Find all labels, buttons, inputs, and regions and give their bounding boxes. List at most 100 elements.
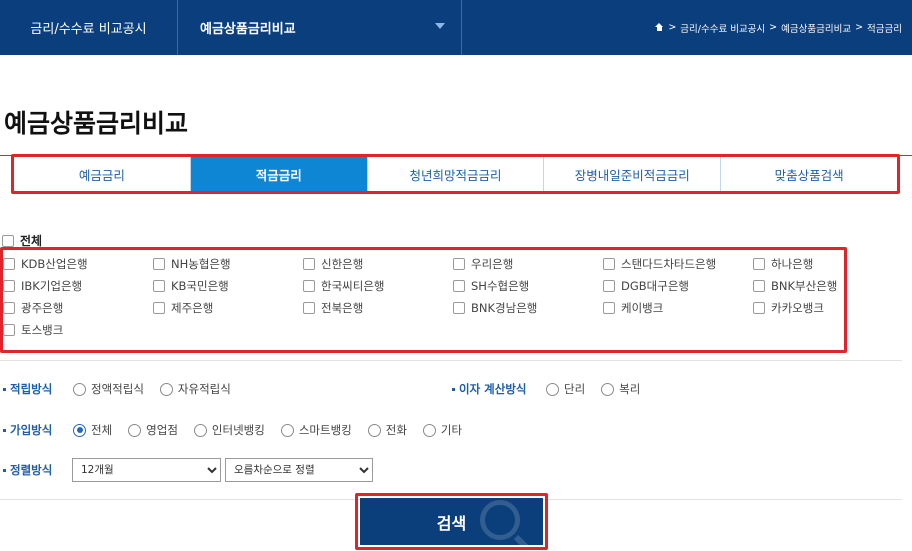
bank-label: 한국씨티은행 [321,279,385,293]
radio-button[interactable] [367,423,381,437]
bank-checkbox-item[interactable]: BNK부산은행 [753,278,837,294]
interest-method-label: 이자 계산방식 [452,381,526,397]
bank-checkbox[interactable] [753,280,765,292]
radio-compound-interest[interactable]: 복리 [601,381,640,397]
radio-button[interactable] [601,382,615,396]
bank-checkbox[interactable] [453,280,465,292]
bank-checkbox-item[interactable]: SH수협은행 [453,278,529,294]
bank-checkbox-item[interactable]: 전북은행 [303,300,363,316]
radio-label: 정액적립식 [91,382,144,396]
bank-checkbox[interactable] [453,258,465,270]
bank-label: SH수협은행 [471,279,530,293]
bank-checkbox[interactable] [603,258,615,270]
interest-method-label-text: 이자 계산방식 [459,382,527,396]
bank-checkbox-item[interactable]: 우리은행 [453,256,513,272]
bullet-icon [452,387,455,391]
tab-soldier-savings[interactable]: 장병내일준비적금금리 [544,157,722,191]
bank-checkbox[interactable] [153,258,165,270]
bank-checkbox-item[interactable]: NH농협은행 [153,256,231,272]
savings-method-label: 적립방식 [3,381,52,397]
breadcrumb-item[interactable]: 예금상품금리비교 [781,21,851,35]
tab-custom-search[interactable]: 맞춤상품검색 [721,157,897,191]
bank-checkbox-item[interactable]: IBK기업은행 [3,278,82,294]
bank-checkbox[interactable] [603,302,615,314]
bank-label: 스탠다드차타드은행 [621,257,717,271]
bank-checkbox[interactable] [753,302,765,314]
radio-fixed-savings[interactable]: 정액적립식 [73,381,144,397]
bank-label: 카카오뱅크 [771,301,824,315]
bank-checkbox-item[interactable]: 케이뱅크 [603,300,663,316]
bank-label: 케이뱅크 [621,301,664,315]
bank-checkbox-item[interactable]: 카카오뱅크 [753,300,824,316]
radio-button[interactable] [546,382,559,396]
nav-menu-deposit-comparison[interactable]: 예금상품금리비교 [178,0,462,55]
tab-installment-rate[interactable]: 적금금리 [190,157,368,191]
radio-button-selected[interactable] [73,423,86,437]
bank-label: DGB대구은행 [621,279,689,293]
breadcrumb-sep-icon: > [668,22,677,33]
bank-checkbox[interactable] [603,280,615,292]
radio-button[interactable] [422,423,436,437]
bank-checkbox-item[interactable]: 광주은행 [3,300,63,316]
radio-join-internet[interactable]: 인터넷뱅킹 [193,422,265,438]
bank-label: BNK부산은행 [771,279,838,293]
bank-checkbox[interactable] [303,258,315,270]
breadcrumb-item[interactable]: 금리/수수료 비교공시 [680,21,765,35]
bank-checkbox[interactable] [3,280,15,292]
join-method-label-text: 가입방식 [10,423,53,437]
bank-checkbox[interactable] [3,302,15,314]
bank-checkbox[interactable] [453,302,465,314]
radio-join-phone[interactable]: 전화 [367,422,407,438]
radio-button[interactable] [128,423,142,437]
radio-free-savings[interactable]: 자유적립식 [159,381,231,397]
breadcrumb-sep-icon: > [769,22,778,33]
bank-label: 전북은행 [321,301,364,315]
search-button-label: 검색 [436,515,467,533]
bank-checkbox[interactable] [153,302,165,314]
period-select[interactable]: 12개월 [72,458,221,482]
radio-join-smart[interactable]: 스마트뱅킹 [280,422,352,438]
bank-checkbox-item[interactable]: KB국민은행 [153,278,229,294]
interest-method-group: 단리 복리 [546,381,656,397]
bank-checkbox-item[interactable]: 신한은행 [303,256,363,272]
search-button[interactable]: 검색 [360,498,543,545]
radio-button[interactable] [280,423,294,437]
nav-menu-rate-comparison[interactable]: 금리/수수료 비교공시 [0,0,178,55]
tab-deposit-rate[interactable]: 예금금리 [14,157,191,191]
bank-checkbox[interactable] [753,258,765,270]
bank-label: KB국민은행 [171,279,229,293]
magnifier-handle-icon [513,534,534,545]
home-icon[interactable] [655,23,664,32]
bank-checkbox-item[interactable]: DGB대구은행 [603,278,689,294]
bank-checkbox-item[interactable]: BNK경남은행 [453,300,537,316]
page-title: 예금상품금리비교 [4,109,189,138]
sort-order-select[interactable]: 오름차순으로 정렬 [225,458,373,482]
radio-join-all[interactable]: 전체 [73,422,112,438]
bank-checkbox[interactable] [303,280,315,292]
radio-join-etc[interactable]: 기타 [422,422,462,438]
radio-button[interactable] [193,423,207,437]
breadcrumb-item-current: 적금금리 [867,23,902,35]
join-method-label: 가입방식 [3,422,52,438]
bank-checkbox[interactable] [3,258,15,270]
bank-checkbox[interactable] [3,324,15,336]
radio-button[interactable] [73,382,86,396]
radio-simple-interest[interactable]: 단리 [546,381,585,397]
bank-checkbox-item[interactable]: 토스뱅크 [3,322,63,338]
bank-checkbox-item[interactable]: 제주은행 [153,300,213,316]
tab-youth-hope-savings[interactable]: 청년희망적금금리 [367,157,545,191]
nav-menu-deposit-label: 예금상품금리비교 [200,22,296,37]
magnifier-icon [480,500,520,540]
radio-button[interactable] [159,382,173,396]
bank-checkbox-item[interactable]: KDB산업은행 [3,256,88,272]
bank-checkbox[interactable] [303,302,315,314]
bank-checkbox-item[interactable]: 스탠다드차타드은행 [603,256,716,272]
radio-label: 자유적립식 [177,382,231,396]
bank-checkbox[interactable] [153,280,165,292]
radio-label: 영업점 [146,423,178,437]
bank-checkbox-item[interactable]: 한국씨티은행 [303,278,384,294]
savings-method-group: 정액적립식 자유적립식 [73,381,247,397]
bank-checkbox-item[interactable]: 하나은행 [753,256,813,272]
select-all-checkbox[interactable] [2,234,14,247]
radio-join-branch[interactable]: 영업점 [128,422,178,438]
